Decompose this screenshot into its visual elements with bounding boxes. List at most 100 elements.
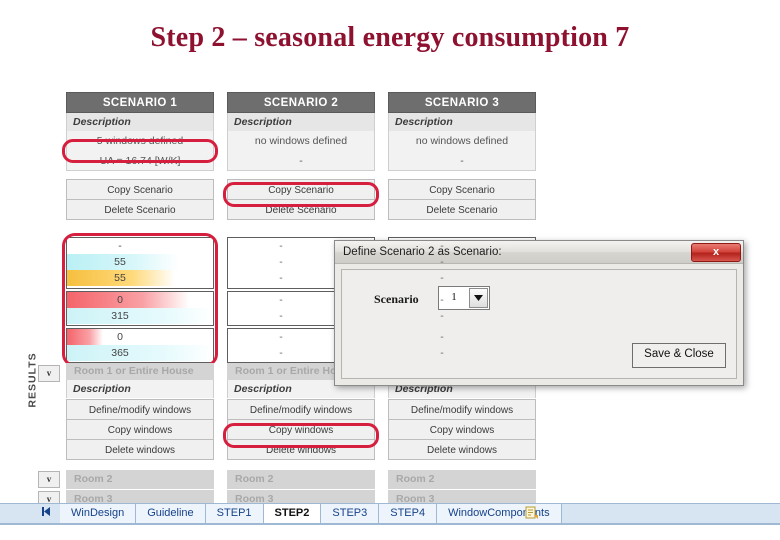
results-cell: 365 xyxy=(67,345,213,361)
room-2-row-col3[interactable]: Room 2 xyxy=(388,470,536,489)
results-value: - xyxy=(279,256,283,268)
define-modify-windows-3-button[interactable]: Define/modify windows xyxy=(388,399,536,420)
scenario-1-description-value[interactable]: 5 windows defined xyxy=(66,131,214,151)
results-value: - xyxy=(279,294,283,306)
sheet-tab-windowcomponents[interactable]: WindowComponents xyxy=(437,504,562,524)
results-s3-group-1: - - - xyxy=(388,237,536,289)
define-modify-windows-1-button[interactable]: Define/modify windows xyxy=(66,399,214,420)
results-cell: - xyxy=(389,329,535,345)
scenario-2-ua-value: - xyxy=(227,151,375,171)
room-1-header: Room 1 or Entire House xyxy=(66,363,214,380)
results-cell: 0 xyxy=(67,292,213,308)
results-cell: - xyxy=(228,345,374,361)
results-cell: - xyxy=(389,345,535,361)
results-value: 315 xyxy=(111,310,129,322)
results-value: 365 xyxy=(111,347,129,359)
scenario-column-1: SCENARIO 1 Description 5 windows defined… xyxy=(66,92,214,220)
delete-windows-3-button[interactable]: Delete windows xyxy=(388,439,536,460)
results-cell: 315 xyxy=(67,308,213,324)
define-modify-windows-2-button[interactable]: Define/modify windows xyxy=(227,399,375,420)
sheet-tab-step1[interactable]: STEP1 xyxy=(205,504,264,524)
results-cell: - xyxy=(228,254,374,270)
results-value: - xyxy=(279,331,283,343)
results-s2-group-3: - - xyxy=(227,328,375,363)
copy-scenario-1-button[interactable]: Copy Scenario xyxy=(66,179,214,200)
scenario-3-description-value[interactable]: no windows defined xyxy=(388,131,536,151)
results-s1-group-3: 0 365 xyxy=(66,328,214,363)
copy-windows-2-button[interactable]: Copy windows xyxy=(227,419,375,440)
results-cell: - xyxy=(67,238,213,254)
results-s1-group-2: 0 315 xyxy=(66,291,214,326)
results-s2-group-2: - - xyxy=(227,291,375,326)
sheet-tab-step3[interactable]: STEP3 xyxy=(321,504,380,524)
room-column-1: Room 1 or Entire House Description Defin… xyxy=(66,363,214,460)
results-cell: - xyxy=(228,270,374,286)
scenario-2-description-label: Description xyxy=(227,113,375,131)
sheet-tab-step2[interactable]: STEP2 xyxy=(263,504,322,524)
scenario-column-2: SCENARIO 2 Description no windows define… xyxy=(227,92,375,220)
close-icon[interactable]: x xyxy=(691,243,741,262)
results-value: - xyxy=(440,294,444,306)
results-value: - xyxy=(440,347,444,359)
results-cell: 55 xyxy=(67,270,213,286)
copy-windows-3-button[interactable]: Copy windows xyxy=(388,419,536,440)
tab-nav-first-icon[interactable] xyxy=(38,507,54,521)
results-s3-group-3: - - xyxy=(388,328,536,363)
results-cell: - xyxy=(389,292,535,308)
sheet-tab-step4[interactable]: STEP4 xyxy=(379,504,438,524)
results-cell: - xyxy=(389,270,535,286)
results-cell: 55 xyxy=(67,254,213,270)
results-cell: - xyxy=(389,308,535,324)
delete-windows-2-button[interactable]: Delete windows xyxy=(227,439,375,460)
results-value: - xyxy=(440,272,444,284)
copy-scenario-3-button[interactable]: Copy Scenario xyxy=(388,179,536,200)
sheet-tab-bar: WinDesign Guideline STEP1 STEP2 STEP3 STEP4 Wi… xyxy=(0,503,780,524)
scenario-3-ua-value: - xyxy=(388,151,536,171)
results-cell: - xyxy=(228,329,374,345)
scenario-2-header: SCENARIO 2 xyxy=(227,92,375,113)
results-value: - xyxy=(279,272,283,284)
sheet-tab-windesign[interactable]: WinDesign xyxy=(60,504,137,524)
results-cell: - xyxy=(228,292,374,308)
results-s1-group-1: - 55 55 xyxy=(66,237,214,289)
results-cell: - xyxy=(389,238,535,254)
results-cell: - xyxy=(228,308,374,324)
results-value: - xyxy=(279,347,283,359)
scenario-3-header: SCENARIO 3 xyxy=(388,92,536,113)
results-value: - xyxy=(118,240,122,252)
copy-scenario-2-button[interactable]: Copy Scenario xyxy=(227,179,375,200)
copy-windows-1-button[interactable]: Copy windows xyxy=(66,419,214,440)
insert-sheet-icon[interactable] xyxy=(525,506,539,521)
delete-scenario-3-button[interactable]: Delete Scenario xyxy=(388,199,536,220)
sheet-tabs: WinDesign Guideline STEP1 STEP2 STEP3 STEP4 Wi… xyxy=(60,504,562,524)
results-value: - xyxy=(279,240,283,252)
results-value: - xyxy=(440,310,444,322)
scenario-2-description-value[interactable]: no windows defined xyxy=(227,131,375,151)
scenario-column-3: SCENARIO 3 Description no windows define… xyxy=(388,92,536,220)
results-value: - xyxy=(279,310,283,322)
room-2-row-col1[interactable]: Room 2 xyxy=(66,470,214,489)
expand-room-1-button[interactable]: v xyxy=(38,365,60,382)
results-value: 55 xyxy=(114,272,126,284)
results-s2-group-1: - - - xyxy=(227,237,375,289)
delete-scenario-1-button[interactable]: Delete Scenario xyxy=(66,199,214,220)
delete-windows-1-button[interactable]: Delete windows xyxy=(66,439,214,460)
room-2-row-col2[interactable]: Room 2 xyxy=(227,470,375,489)
results-value: 0 xyxy=(117,331,123,343)
results-cell: 0 xyxy=(67,329,213,345)
results-value: - xyxy=(440,240,444,252)
scenario-1-ua-value: UA = 16.74 [W/K] xyxy=(66,151,214,171)
page-title: Step 2 – seasonal energy consumption 7 xyxy=(150,22,630,53)
room-1-description-label: Description xyxy=(66,380,214,398)
results-value: 55 xyxy=(114,256,126,268)
results-cell: - xyxy=(228,238,374,254)
scenario-3-description-label: Description xyxy=(388,113,536,131)
results-s3-group-2: - - xyxy=(388,291,536,326)
save-and-close-button[interactable]: Save & Close xyxy=(632,343,726,368)
expand-room-2-button[interactable]: v xyxy=(38,471,60,488)
sheet-tab-guideline[interactable]: Guideline xyxy=(136,504,206,524)
results-value: - xyxy=(440,256,444,268)
results-cell: - xyxy=(389,254,535,270)
delete-scenario-2-button[interactable]: Delete Scenario xyxy=(227,199,375,220)
tab-bar-underline xyxy=(0,523,780,525)
